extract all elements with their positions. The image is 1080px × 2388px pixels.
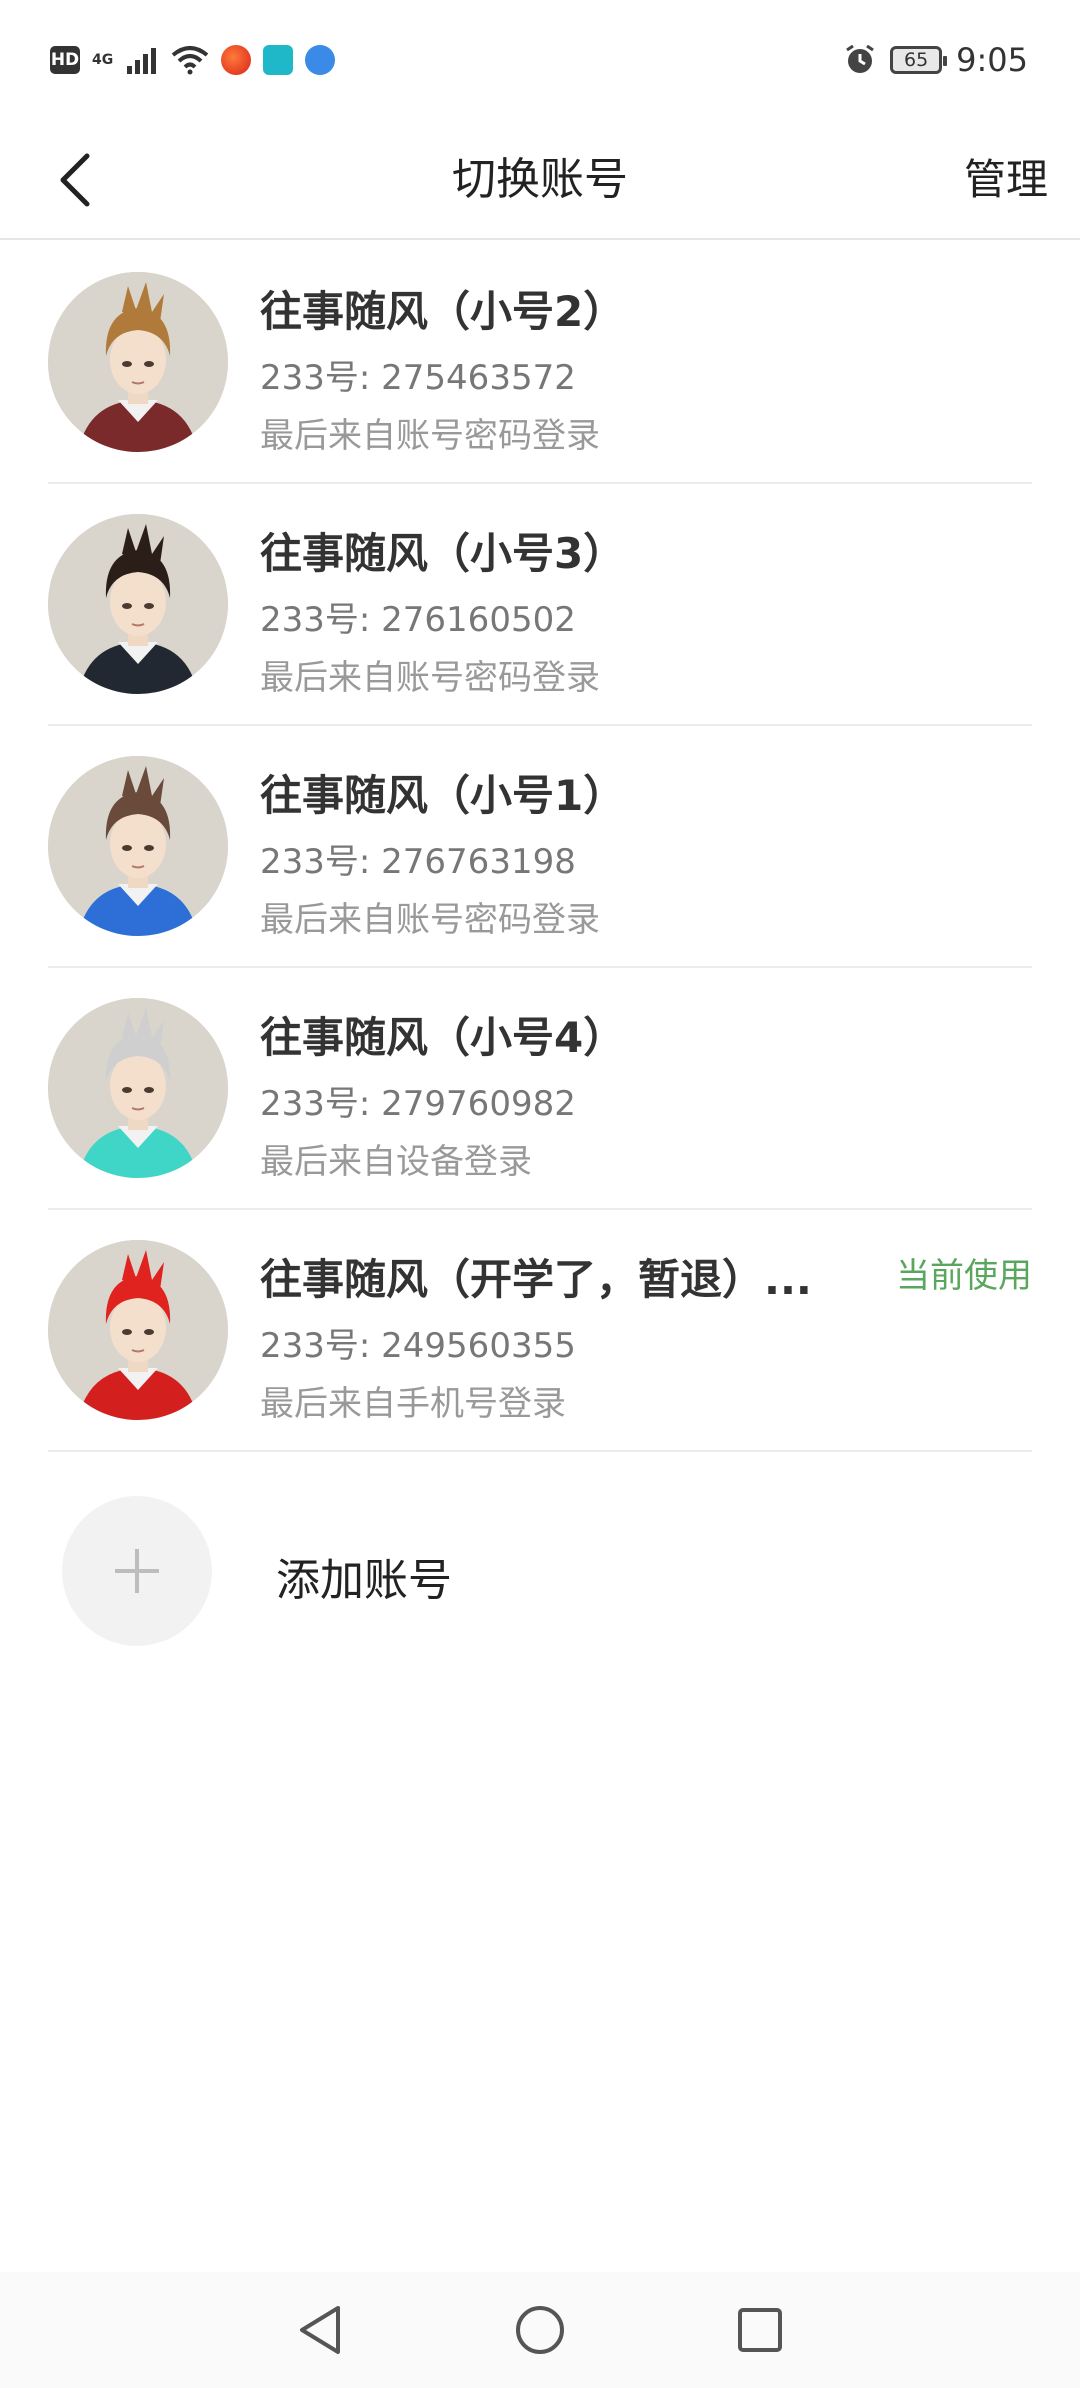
add-account-label: 添加账号 [276, 1555, 452, 1606]
account-login-source: 最后来自账号密码登录 [260, 900, 600, 940]
account-name: 往事随风（小号4） [260, 1013, 626, 1062]
network-type: 4G [92, 52, 114, 68]
hd-icon: HD [50, 46, 80, 74]
account-id: 233号: 249560355 [260, 1326, 576, 1366]
app-icon-red [221, 45, 252, 75]
avatar [48, 998, 228, 1178]
back-triangle-icon[interactable] [296, 2304, 344, 2356]
signal-icon [127, 48, 157, 74]
status-bar: HD 4G 65 9:05 [0, 0, 1080, 120]
avatar [48, 514, 228, 694]
status-right: 65 9:05 [844, 41, 1028, 79]
system-navigation-bar [0, 2272, 1080, 2388]
account-name: 往事随风（小号2） [260, 287, 626, 336]
manage-button[interactable]: 管理 [964, 120, 1048, 240]
add-account-row[interactable]: 添加账号 [62, 1496, 962, 1646]
status-left: HD 4G [50, 45, 336, 75]
account-login-source: 最后来自手机号登录 [260, 1384, 566, 1424]
avatar [48, 1240, 228, 1420]
alarm-icon [846, 44, 874, 73]
avatar-character-icon [48, 756, 228, 936]
wifi-icon [171, 46, 209, 75]
page-title: 切换账号 [452, 154, 628, 205]
recents-square-icon[interactable] [736, 2306, 784, 2354]
top-nav-bar: 切换账号 管理 [0, 120, 1080, 240]
account-name: 往事随风（小号3） [260, 529, 626, 578]
account-id: 233号: 276763198 [260, 842, 576, 882]
account-row[interactable]: 往事随风（小号3） 233号: 276160502 最后来自账号密码登录 [48, 484, 1032, 726]
account-id: 233号: 276160502 [260, 600, 576, 640]
avatar [48, 756, 228, 936]
avatar-character-icon [48, 272, 228, 452]
home-circle-icon[interactable] [514, 2304, 566, 2356]
account-login-source: 最后来自设备登录 [260, 1142, 532, 1182]
avatar [48, 272, 228, 452]
account-list: 往事随风（小号2） 233号: 275463572 最后来自账号密码登录 往事随… [0, 242, 1080, 1452]
account-row[interactable]: 往事随风（开学了，暂退）... 233号: 249560355 最后来自手机号登… [48, 1210, 1032, 1452]
account-login-source: 最后来自账号密码登录 [260, 658, 600, 698]
account-row[interactable]: 往事随风（小号4） 233号: 279760982 最后来自设备登录 [48, 968, 1032, 1210]
current-account-badge: 当前使用 [896, 1256, 1032, 1296]
app-icon-blue [305, 45, 336, 75]
add-account-button[interactable] [62, 1496, 212, 1646]
account-name: 往事随风（小号1） [260, 771, 626, 820]
account-name: 往事随风（开学了，暂退）... [260, 1255, 812, 1304]
account-login-source: 最后来自账号密码登录 [260, 416, 600, 456]
avatar-character-icon [48, 514, 228, 694]
plus-icon [115, 1549, 159, 1593]
battery-icon: 65 [890, 46, 948, 74]
account-row[interactable]: 往事随风（小号1） 233号: 276763198 最后来自账号密码登录 [48, 726, 1032, 968]
app-icon-teal [263, 45, 294, 75]
account-row[interactable]: 往事随风（小号2） 233号: 275463572 最后来自账号密码登录 [48, 242, 1032, 484]
account-id: 233号: 275463572 [260, 358, 576, 398]
avatar-character-icon [48, 1240, 228, 1420]
clock: 9:05 [956, 41, 1028, 79]
account-id: 233号: 279760982 [260, 1084, 576, 1124]
avatar-character-icon [48, 998, 228, 1178]
